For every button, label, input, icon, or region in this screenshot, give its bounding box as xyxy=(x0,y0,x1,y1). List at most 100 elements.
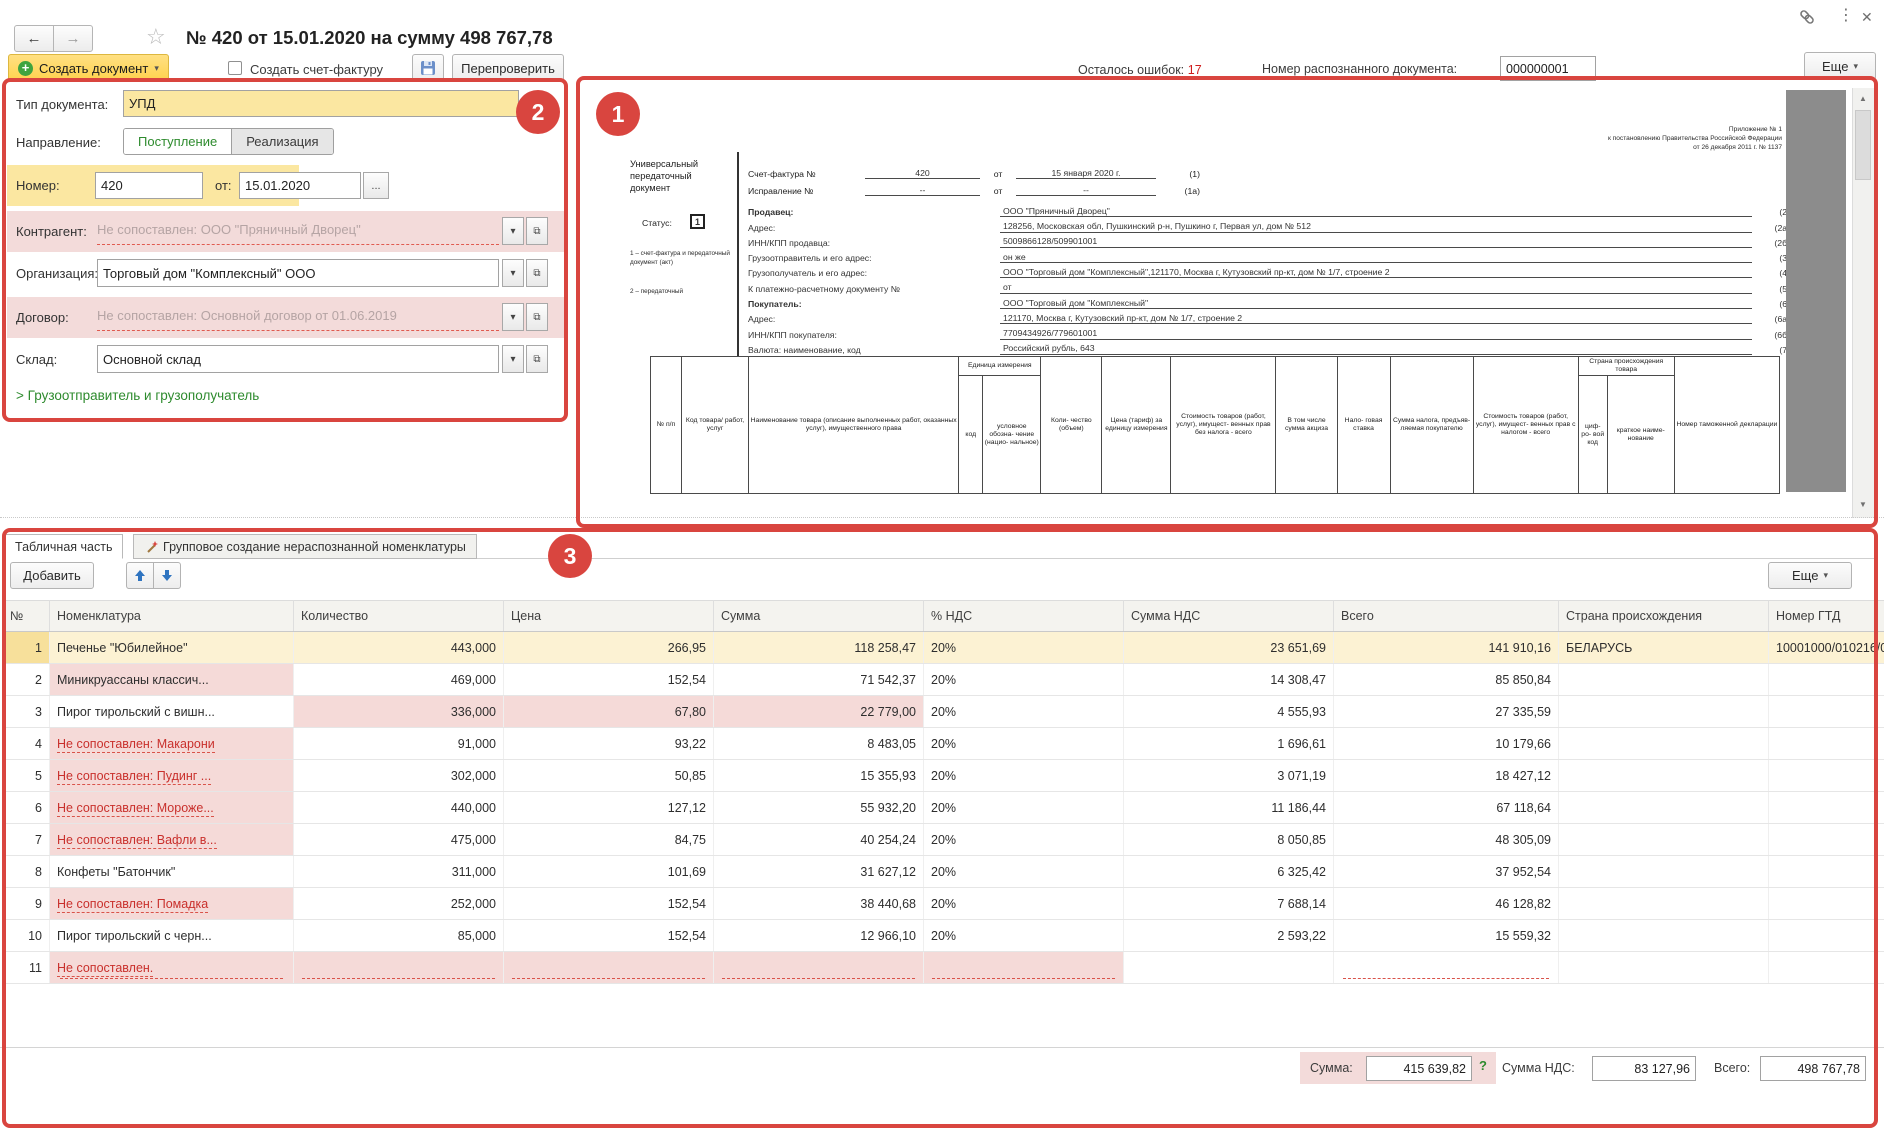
table-cell[interactable]: 10001000/010216/0005461 xyxy=(1769,632,1884,664)
table-cell[interactable]: 20% xyxy=(924,888,1124,920)
table-cell[interactable]: 84,75 xyxy=(504,824,714,856)
table-row[interactable]: 4Не сопоставлен: Макарони91,00093,228 48… xyxy=(3,728,1884,760)
add-row-button[interactable]: Добавить xyxy=(10,562,94,589)
warehouse-input[interactable] xyxy=(97,345,499,373)
table-row[interactable]: 9Не сопоставлен: Помадка252,000152,5438 … xyxy=(3,888,1884,920)
table-cell[interactable]: 12 966,10 xyxy=(714,920,924,952)
contract-dropdown-icon[interactable]: ▾ xyxy=(502,303,524,331)
move-down-button[interactable] xyxy=(153,562,181,589)
table-cell[interactable] xyxy=(1769,728,1884,760)
contract-value[interactable]: Не сопоставлен: Основной договор от 01.0… xyxy=(97,303,499,331)
more-button-table[interactable]: Еще ▾ xyxy=(1768,562,1852,589)
table-cell[interactable]: 152,54 xyxy=(504,888,714,920)
table-cell[interactable] xyxy=(1769,888,1884,920)
table-cell[interactable] xyxy=(1769,696,1884,728)
direction-outgoing-button[interactable]: Реализация xyxy=(232,129,332,154)
table-cell[interactable] xyxy=(1559,792,1769,824)
table-cell[interactable] xyxy=(1559,856,1769,888)
create-document-button[interactable]: + Создать документ ▾ xyxy=(8,54,169,82)
table-row[interactable]: 6Не сопоставлен: Мороже...440,000127,125… xyxy=(3,792,1884,824)
table-cell[interactable]: 101,69 xyxy=(504,856,714,888)
table-cell[interactable]: 20% xyxy=(924,920,1124,952)
table-cell[interactable] xyxy=(1124,952,1334,984)
counterparty-open-icon[interactable]: ⧉ xyxy=(526,217,548,245)
organization-input[interactable] xyxy=(97,259,499,287)
table-cell[interactable] xyxy=(1559,760,1769,792)
table-cell[interactable] xyxy=(1769,856,1884,888)
table-cell[interactable] xyxy=(1769,664,1884,696)
move-up-button[interactable] xyxy=(126,562,154,589)
create-invoice-label[interactable]: Создать счет-фактуру xyxy=(250,62,383,77)
table-cell[interactable]: Пирог тирольский с вишн... xyxy=(50,696,294,728)
counterparty-dropdown-icon[interactable]: ▾ xyxy=(502,217,524,245)
table-cell[interactable]: 20% xyxy=(924,664,1124,696)
table-cell[interactable]: БЕЛАРУСЬ xyxy=(1559,632,1769,664)
table-cell[interactable]: 50,85 xyxy=(504,760,714,792)
tab-group-creation[interactable]: Групповое создание нераспознанной номенк… xyxy=(133,534,477,559)
table-cell[interactable] xyxy=(1559,920,1769,952)
table-cell[interactable]: 67,80 xyxy=(504,696,714,728)
table-cell[interactable]: 2 593,22 xyxy=(1124,920,1334,952)
table-cell[interactable]: 3 xyxy=(3,696,50,728)
column-header[interactable]: Сумма НДС xyxy=(1124,601,1334,632)
scroll-up-icon[interactable]: ▲ xyxy=(1852,90,1874,108)
vat-sum-input[interactable] xyxy=(1592,1056,1696,1081)
table-cell[interactable]: 40 254,24 xyxy=(714,824,924,856)
forward-button[interactable]: → xyxy=(53,25,93,52)
table-cell[interactable]: 20% xyxy=(924,760,1124,792)
table-cell[interactable] xyxy=(1559,664,1769,696)
table-cell[interactable] xyxy=(924,952,1124,984)
table-cell[interactable]: 7 688,14 xyxy=(1124,888,1334,920)
table-cell[interactable] xyxy=(1769,792,1884,824)
save-button[interactable] xyxy=(412,54,444,82)
table-cell[interactable]: 8 xyxy=(3,856,50,888)
more-button-top[interactable]: Еще ▾ xyxy=(1804,52,1876,80)
table-cell[interactable] xyxy=(1769,952,1884,984)
table-cell[interactable]: Не сопоставлен: Помадка xyxy=(50,888,294,920)
table-row[interactable]: 11Не сопоставлен. xyxy=(3,952,1884,984)
table-row[interactable]: 10Пирог тирольский с черн...85,000152,54… xyxy=(3,920,1884,952)
number-input[interactable] xyxy=(95,172,203,199)
table-cell[interactable]: Не сопоставлен: Макарони xyxy=(50,728,294,760)
table-cell[interactable] xyxy=(1769,760,1884,792)
table-cell[interactable]: 22 779,00 xyxy=(714,696,924,728)
scrollbar-thumb[interactable] xyxy=(1855,110,1871,180)
table-cell[interactable]: 37 952,54 xyxy=(1334,856,1559,888)
table-cell[interactable]: 18 427,12 xyxy=(1334,760,1559,792)
table-cell[interactable] xyxy=(1769,920,1884,952)
total-input[interactable] xyxy=(1760,1056,1866,1081)
direction-incoming-button[interactable]: Поступление xyxy=(124,129,232,154)
table-cell[interactable]: 38 440,68 xyxy=(714,888,924,920)
table-cell[interactable]: 266,95 xyxy=(504,632,714,664)
table-cell[interactable]: 6 325,42 xyxy=(1124,856,1334,888)
column-header[interactable]: Страна происхождения xyxy=(1559,601,1769,632)
column-header[interactable]: Цена xyxy=(504,601,714,632)
table-cell[interactable] xyxy=(294,952,504,984)
organization-open-icon[interactable]: ⧉ xyxy=(526,259,548,287)
table-cell[interactable]: Не сопоставлен. xyxy=(50,952,294,984)
table-cell[interactable]: 85 850,84 xyxy=(1334,664,1559,696)
table-cell[interactable]: Пирог тирольский с черн... xyxy=(50,920,294,952)
table-cell[interactable]: 152,54 xyxy=(504,920,714,952)
sum-input[interactable] xyxy=(1366,1056,1472,1081)
table-cell[interactable] xyxy=(1559,952,1769,984)
date-picker-button[interactable]: ... xyxy=(363,172,389,199)
table-cell[interactable] xyxy=(504,952,714,984)
table-cell[interactable]: 91,000 xyxy=(294,728,504,760)
table-row[interactable]: 3Пирог тирольский с вишн...336,00067,802… xyxy=(3,696,1884,728)
favorite-star-icon[interactable]: ☆ xyxy=(146,24,166,50)
create-invoice-checkbox[interactable] xyxy=(228,61,242,75)
table-cell[interactable]: 152,54 xyxy=(504,664,714,696)
table-cell[interactable]: 469,000 xyxy=(294,664,504,696)
table-cell[interactable]: 55 932,20 xyxy=(714,792,924,824)
table-cell[interactable] xyxy=(1769,824,1884,856)
table-row[interactable]: 8Конфеты "Батончик"311,000101,6931 627,1… xyxy=(3,856,1884,888)
table-cell[interactable]: 85,000 xyxy=(294,920,504,952)
table-cell[interactable] xyxy=(714,952,924,984)
table-row[interactable]: 2Миникруассаны классич...469,000152,5471… xyxy=(3,664,1884,696)
table-row[interactable]: 7Не сопоставлен: Вафли в...475,00084,754… xyxy=(3,824,1884,856)
table-cell[interactable]: 27 335,59 xyxy=(1334,696,1559,728)
table-cell[interactable]: 440,000 xyxy=(294,792,504,824)
table-cell[interactable]: 20% xyxy=(924,856,1124,888)
scroll-down-icon[interactable]: ▼ xyxy=(1852,496,1874,514)
